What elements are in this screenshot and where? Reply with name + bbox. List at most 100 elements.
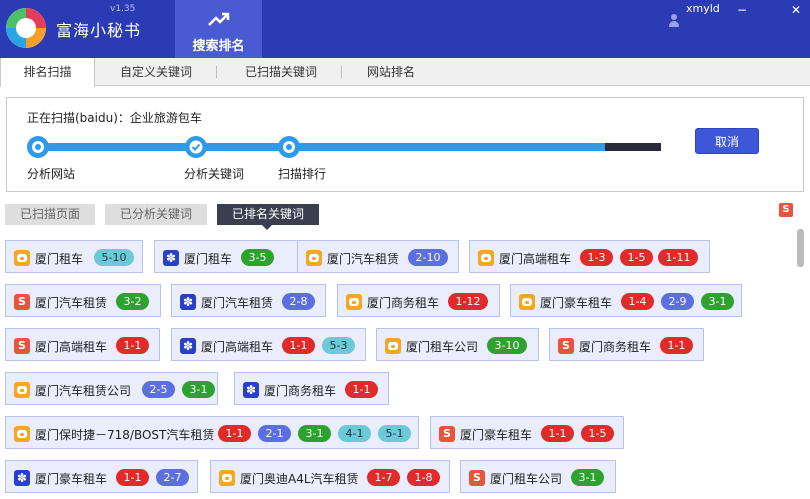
rank-badge: 2-7 [156,469,189,486]
bing-icon [385,338,401,354]
bing-icon [14,250,30,266]
keyword-card[interactable]: 厦门豪车租车 1-1 2-7 [5,460,198,493]
rank-badge: 5-3 [322,337,355,354]
rank-badge: 2-9 [661,293,694,310]
filter-analyzed-keywords[interactable]: 已分析关键词 [105,204,207,225]
tab-search-ranking-label: 搜索排名 [192,39,245,54]
baidu-icon [14,469,30,486]
keyword-card[interactable]: 厦门租车 5-10 [5,240,143,273]
cancel-button[interactable]: 取消 [695,128,759,154]
sogou-icon [439,426,455,442]
step-analyze-site-label: 分析网站 [27,167,76,181]
rank-badge: 1-1 [218,425,251,442]
keyword-card[interactable]: 厦门商务租车 1-1 [234,372,389,405]
keyword-card[interactable]: 厦门豪车租车 1-1 1-5 [430,416,624,449]
keyword-label: 厦门高端租车 [35,340,108,354]
rank-badge: 5-1 [378,425,411,442]
keyword-label: 厦门租车 [35,252,84,266]
bing-icon [219,470,235,486]
keyword-label: 厦门汽车租赁 [35,296,108,310]
keyword-card[interactable]: 厦门租车公司 3-1 [460,460,616,493]
rank-badge: 5-10 [94,249,134,266]
rank-badge: 2-5 [142,381,175,398]
trend-up-icon [208,12,230,26]
keyword-card[interactable]: 厦门高端租车 1-1 [5,328,160,361]
rank-badge: 3-1 [701,293,734,310]
rank-badge: 1-1 [116,337,149,354]
vertical-scrollbar[interactable] [797,229,804,267]
progress-track [37,143,661,151]
keyword-label: 厦门租车公司 [490,472,563,486]
keyword-card[interactable]: 厦门奥迪A4L汽车租赁 1-7 1-8 [210,460,450,493]
rank-badge: 4-1 [338,425,371,442]
bing-icon [306,250,322,266]
keyword-label: 厦门汽车租赁 [327,252,400,266]
tab-custom-keywords[interactable]: 自定义关键词 [100,58,212,86]
step-scan-ranking-dot [278,136,300,158]
check-icon [189,140,203,154]
rank-badge: 3-5 [241,249,274,266]
keyword-card[interactable]: 厦门汽车租赁 3-2 [5,284,161,317]
rank-badge: 1-5 [620,249,653,266]
bing-icon [346,294,362,310]
keyword-card[interactable]: 厦门汽车租赁公司 2-5 3-1 [5,372,218,405]
keyword-label: 厦门商务租车 [579,340,652,354]
scan-progress-panel: 正在扫描(baidu)：企业旅游包车 分析网站 分析关键词 扫描排行 取消 [6,97,804,192]
keyword-label: 厦门高端租车 [499,252,572,266]
rank-badge: 1-1 [116,469,149,486]
tab-scanned-keywords[interactable]: 已扫描关键词 [225,58,337,86]
baidu-icon [243,381,259,398]
keyword-card[interactable]: 厦门租车公司 3-10 [376,328,539,361]
sogou-icon [14,338,30,354]
tab-separator [216,66,217,78]
keyword-card[interactable]: 厦门豪车租车 1-4 2-9 3-1 [510,284,742,317]
sogou-icon [14,294,30,310]
user-icon[interactable] [669,14,679,27]
rank-badge: 1-5 [581,425,614,442]
bing-icon [14,382,30,398]
keyword-label: 厦门汽车租赁 [201,296,274,310]
bing-icon [519,294,535,310]
rank-badge: 1-1 [282,337,315,354]
tab-site-ranking[interactable]: 网站排名 [350,58,432,86]
rank-badge: 1-8 [407,469,440,486]
app-name: 富海小秘书 [56,21,142,40]
step-analyze-keywords-label: 分析关键词 [184,167,245,181]
sogou-icon[interactable]: S [779,203,793,217]
keyword-label: 厦门高端租车 [201,340,274,354]
filter-scanned-pages[interactable]: 已扫描页面 [5,204,95,225]
rank-badge: 1-1 [541,425,574,442]
keyword-card[interactable]: 厦门高端租车 1-3 1-5 1-11 [469,240,710,273]
keyword-label: 厦门商务租车 [367,296,440,310]
rank-badge: 3-2 [116,293,149,310]
tab-search-ranking[interactable]: 搜索排名 [175,0,262,58]
keyword-card[interactable]: 厦门商务租车 1-12 [337,284,500,317]
step-analyze-keywords-dot [185,136,207,158]
sogou-icon [558,338,574,354]
rank-badge: 2-10 [408,249,448,266]
tab-rank-scan[interactable]: 排名扫描 [0,58,95,87]
filter-ranked-keywords[interactable]: 已排名关键词 [217,204,319,230]
minimize-button[interactable]: − [732,2,752,18]
keyword-card[interactable]: 厦门汽车租赁 2-10 [297,240,459,273]
keyword-card[interactable]: 厦门保时捷－718/BOST汽车租赁 1-1 2-1 3-1 4-1 5-1 [5,416,419,449]
title-bar: 富海小秘书 v1.35 搜索排名 xmyld − ✕ [0,0,810,58]
step-analyze-site-dot [27,136,49,158]
close-button[interactable]: ✕ [786,2,806,18]
keyword-card[interactable]: 厦门商务租车 1-1 [549,328,704,361]
keyword-card[interactable]: 厦门高端租车 1-1 5-3 [171,328,366,361]
keyword-card[interactable]: 厦门租车 3-5 [154,240,313,273]
keyword-card[interactable]: 厦门汽车租赁 2-8 [171,284,326,317]
keyword-label: 厦门豪车租车 [540,296,613,310]
filter-ranked-keywords-label: 已排名关键词 [231,207,304,221]
rank-badge: 3-10 [487,337,527,354]
rank-badge: 3-1 [182,381,215,398]
rank-badge: 1-4 [621,293,654,310]
rank-badge: 2-1 [258,425,291,442]
rank-badge: 1-12 [448,293,488,310]
progress-remaining [605,143,661,151]
app-logo [6,8,46,48]
bing-icon [478,250,494,266]
progress-fill [37,143,605,151]
user-name[interactable]: xmyld [686,2,720,15]
